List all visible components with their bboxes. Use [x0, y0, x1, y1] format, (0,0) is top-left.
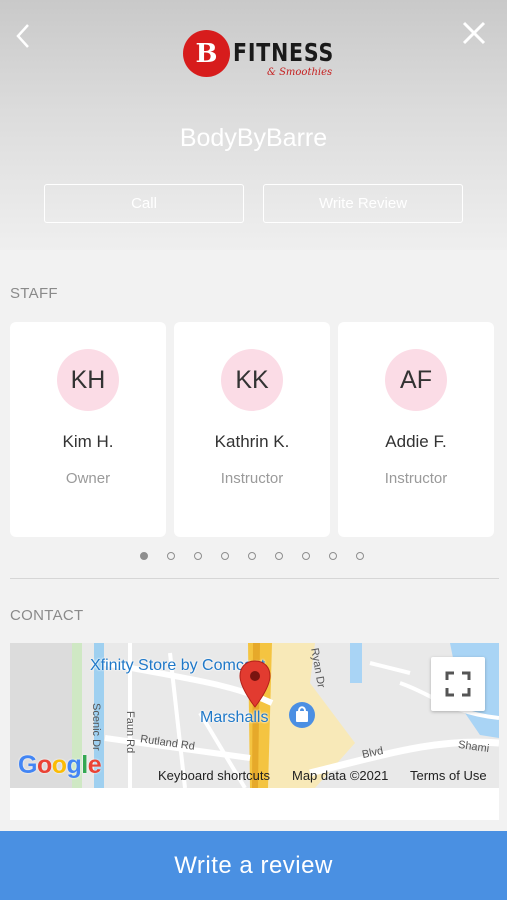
staff-role: Owner: [65, 470, 111, 487]
close-icon: [462, 21, 486, 45]
map-pin-icon[interactable]: [238, 659, 272, 709]
staff-card[interactable]: AF Addie F. Instructor: [338, 322, 494, 537]
location-map[interactable]: Xfinity Store by Comcast Marshalls Sceni…: [10, 643, 499, 788]
staff-role: Instructor: [384, 470, 448, 487]
map-footer: [10, 788, 499, 820]
pager-dot[interactable]: [248, 552, 256, 560]
staff-card[interactable]: KK Kathrin K. Instructor: [174, 322, 330, 537]
staff-name: Kim H.: [62, 432, 114, 451]
avatar: KH: [57, 349, 119, 411]
place-label[interactable]: Marshalls: [200, 709, 268, 727]
logo-badge: B: [183, 30, 230, 77]
street-label: Scenic Dr: [90, 703, 102, 751]
chevron-left-icon: [16, 24, 29, 48]
terms-of-use-link[interactable]: Terms of Use: [410, 768, 487, 783]
header-hero: B FITNESS & Smoothies BodyByBarre Call W…: [0, 0, 507, 250]
logo-title: FITNESS: [233, 38, 335, 67]
street-label: Faun Rd: [124, 711, 136, 754]
write-a-review-button[interactable]: Write a review: [0, 831, 507, 900]
pager-dot[interactable]: [275, 552, 283, 560]
carousel-pager[interactable]: [140, 552, 364, 560]
call-button[interactable]: Call: [44, 184, 244, 223]
section-divider: [10, 578, 499, 579]
pager-dot[interactable]: [356, 552, 364, 560]
keyboard-shortcuts-link[interactable]: Keyboard shortcuts: [158, 768, 270, 783]
studio-name: BodyByBarre: [179, 124, 328, 152]
pager-dot[interactable]: [329, 552, 337, 560]
staff-section-label: STAFF: [10, 285, 58, 302]
contact-section-label: CONTACT: [10, 607, 84, 624]
map-data-attribution: Map data ©2021: [292, 768, 389, 783]
shopping-bag-icon[interactable]: [288, 701, 316, 729]
staff-role: Instructor: [220, 470, 284, 487]
back-button[interactable]: [10, 20, 36, 52]
logo-subtitle: & Smoothies: [267, 67, 333, 78]
write-review-button[interactable]: Write Review: [263, 184, 463, 223]
avatar: AF: [385, 349, 447, 411]
pager-dot[interactable]: [221, 552, 229, 560]
staff-name: Kathrin K.: [214, 432, 290, 451]
pager-dot[interactable]: [194, 552, 202, 560]
staff-card[interactable]: KH Kim H. Owner: [10, 322, 166, 537]
pager-dot[interactable]: [140, 552, 148, 560]
close-button[interactable]: [459, 18, 489, 48]
staff-name: Addie F.: [385, 432, 447, 451]
fullscreen-button[interactable]: [431, 657, 485, 711]
fullscreen-icon: [445, 671, 471, 697]
pager-dot[interactable]: [167, 552, 175, 560]
google-logo: Google: [18, 751, 102, 779]
avatar: KK: [221, 349, 283, 411]
fitness-logo: B FITNESS & Smoothies: [183, 30, 333, 82]
pager-dot[interactable]: [302, 552, 310, 560]
